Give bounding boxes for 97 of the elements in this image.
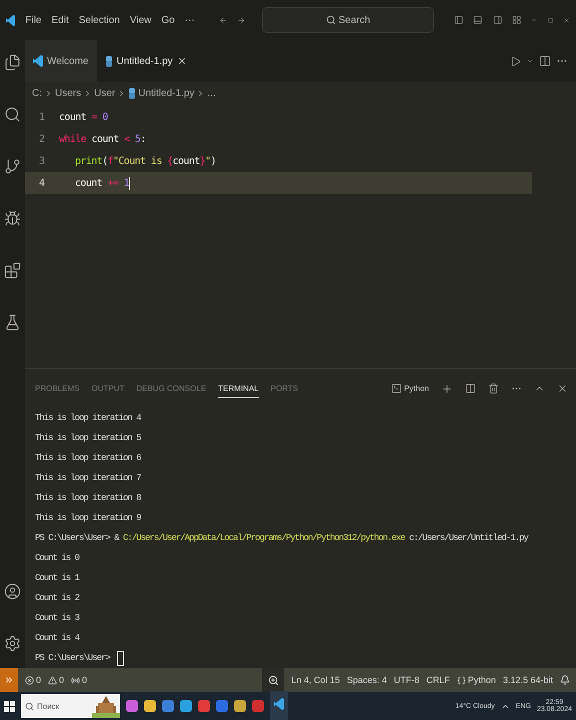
taskbar-app-icon[interactable]	[126, 700, 138, 712]
search-icon	[25, 702, 34, 710]
remote-icon	[4, 675, 14, 685]
braces-icon	[456, 676, 466, 684]
errors-indicator[interactable]: 0	[25, 675, 42, 685]
terminal-output: This is loop iteration 7	[35, 473, 141, 483]
line-number: 1	[38, 112, 46, 122]
terminal-output: Count is 1	[35, 573, 80, 583]
terminal-cursor	[117, 650, 124, 666]
chevron-right-icon	[44, 88, 53, 98]
bell-icon[interactable]	[560, 675, 570, 685]
close-icon[interactable]	[562, 16, 570, 24]
breadcrumb-item[interactable]: Untitled-1.py	[138, 88, 194, 98]
antenna-icon	[71, 676, 80, 684]
secondary-sidebar-icon[interactable]	[492, 14, 502, 26]
breadcrumb-item[interactable]: User	[94, 88, 116, 98]
zoom-button[interactable]	[262, 668, 284, 692]
extensions-icon[interactable]	[4, 262, 21, 279]
taskbar-search-field[interactable]: Поиск	[21, 694, 120, 718]
breadcrumb-item[interactable]: C:	[32, 88, 42, 98]
taskbar-app-icon[interactable]	[144, 700, 156, 712]
terminal-output: Count is 4	[35, 633, 80, 643]
language-mode[interactable]: Python	[456, 675, 496, 685]
panel-toggle-icon[interactable]	[473, 14, 483, 26]
code-editor-icon[interactable]	[274, 698, 284, 710]
close-icon[interactable]	[176, 56, 187, 66]
split-editor-icon[interactable]	[539, 55, 551, 67]
status-item[interactable]: CRLF	[426, 675, 450, 685]
terminal-output: Count is 2	[35, 593, 80, 603]
zoom-icon	[268, 674, 279, 686]
settings-icon[interactable]	[4, 635, 21, 652]
code-line: print(f"Count is {count}")	[75, 156, 216, 166]
menu-item[interactable]: File	[25, 14, 42, 26]
code-line: while count < 5:	[59, 134, 146, 144]
menu-item[interactable]: Edit	[51, 14, 69, 26]
breadcrumb-item[interactable]: ...	[207, 88, 216, 98]
terminal-command: PS C:\Users\User> & C:/Users/User/AppData/Local/Programs/Python/Python312/python.exe c:/Users/User/Untitled-1.py	[35, 533, 528, 543]
menu-item[interactable]: ···	[184, 14, 195, 26]
editor-tab[interactable]: Welcome	[25, 40, 96, 82]
sidebar-toggle-icon[interactable]	[454, 14, 464, 26]
restore-icon[interactable]	[548, 16, 553, 24]
terminal-output: Count is 0	[35, 553, 80, 563]
terminal-output: Count is 3	[35, 613, 80, 623]
forward-arrow-icon[interactable]	[237, 14, 246, 26]
taskbar-app-icon[interactable]	[162, 700, 174, 712]
terminal-output: This is loop iteration 8	[35, 493, 141, 503]
python-file-icon	[104, 56, 112, 66]
terminal-icon	[391, 383, 402, 394]
add-icon[interactable]	[441, 382, 453, 394]
back-arrow-icon[interactable]	[218, 14, 228, 26]
menu-item[interactable]: Selection	[78, 14, 120, 26]
status-item[interactable]: Ln 4, Col 15	[291, 675, 340, 685]
panel-tab[interactable]: TERMINAL	[218, 380, 259, 398]
search-field[interactable]: Search	[262, 7, 434, 33]
terminal-output: This is loop iteration 9	[35, 513, 141, 523]
line-number: 2	[38, 134, 46, 144]
menu-item[interactable]: View	[130, 14, 152, 26]
terminal-output: This is loop iteration 6	[35, 453, 141, 463]
chevron-down-icon[interactable]	[526, 57, 534, 65]
taskbar-app-icon[interactable]	[180, 700, 192, 712]
terminal-output: This is loop iteration 4	[35, 413, 141, 423]
app-logo-icon	[6, 12, 16, 28]
remote-button[interactable]	[0, 668, 18, 692]
status-item[interactable]: Spaces: 4	[346, 675, 387, 685]
status-item[interactable]: UTF-8	[394, 675, 420, 685]
python-file-icon	[128, 88, 136, 98]
interpreter-version[interactable]: 3.12.5 64-bit	[502, 675, 553, 685]
error-icon	[25, 676, 34, 684]
code-line: count = 0	[59, 112, 108, 122]
warnings-indicator[interactable]: 0	[48, 675, 64, 685]
source-control-icon[interactable]	[4, 158, 21, 175]
line-number: 4	[38, 178, 46, 188]
text-cursor	[129, 176, 130, 190]
terminal-prompt: PS C:\Users\User>	[35, 653, 112, 663]
close-icon[interactable]	[557, 383, 568, 394]
layout-icon[interactable]	[512, 14, 522, 26]
run-debug-icon[interactable]	[4, 210, 21, 227]
run-icon[interactable]	[510, 56, 521, 66]
trash-icon[interactable]	[488, 383, 499, 394]
warning-icon	[48, 676, 58, 684]
logo-icon	[33, 55, 43, 67]
ports-indicator[interactable]: 0	[71, 675, 88, 685]
flask-icon[interactable]	[4, 314, 21, 331]
terminal-output: This is loop iteration 5	[35, 433, 141, 443]
explorer-icon[interactable]	[4, 54, 21, 71]
breadcrumb-item[interactable]: Users	[55, 88, 82, 98]
search-icon	[326, 15, 336, 25]
taskbar-app-icon[interactable]	[198, 700, 210, 712]
split-terminal-icon[interactable]	[465, 383, 476, 394]
account-icon[interactable]	[4, 583, 21, 600]
line-number: 3	[38, 156, 46, 166]
search-icon[interactable]	[4, 106, 21, 123]
code-line: count += 1	[75, 178, 130, 188]
taskbar-app-icon[interactable]	[234, 700, 246, 712]
menu-item[interactable]: Go	[161, 14, 175, 26]
terminal-name[interactable]: Python	[404, 384, 429, 393]
windows-logo-icon[interactable]	[4, 700, 15, 712]
